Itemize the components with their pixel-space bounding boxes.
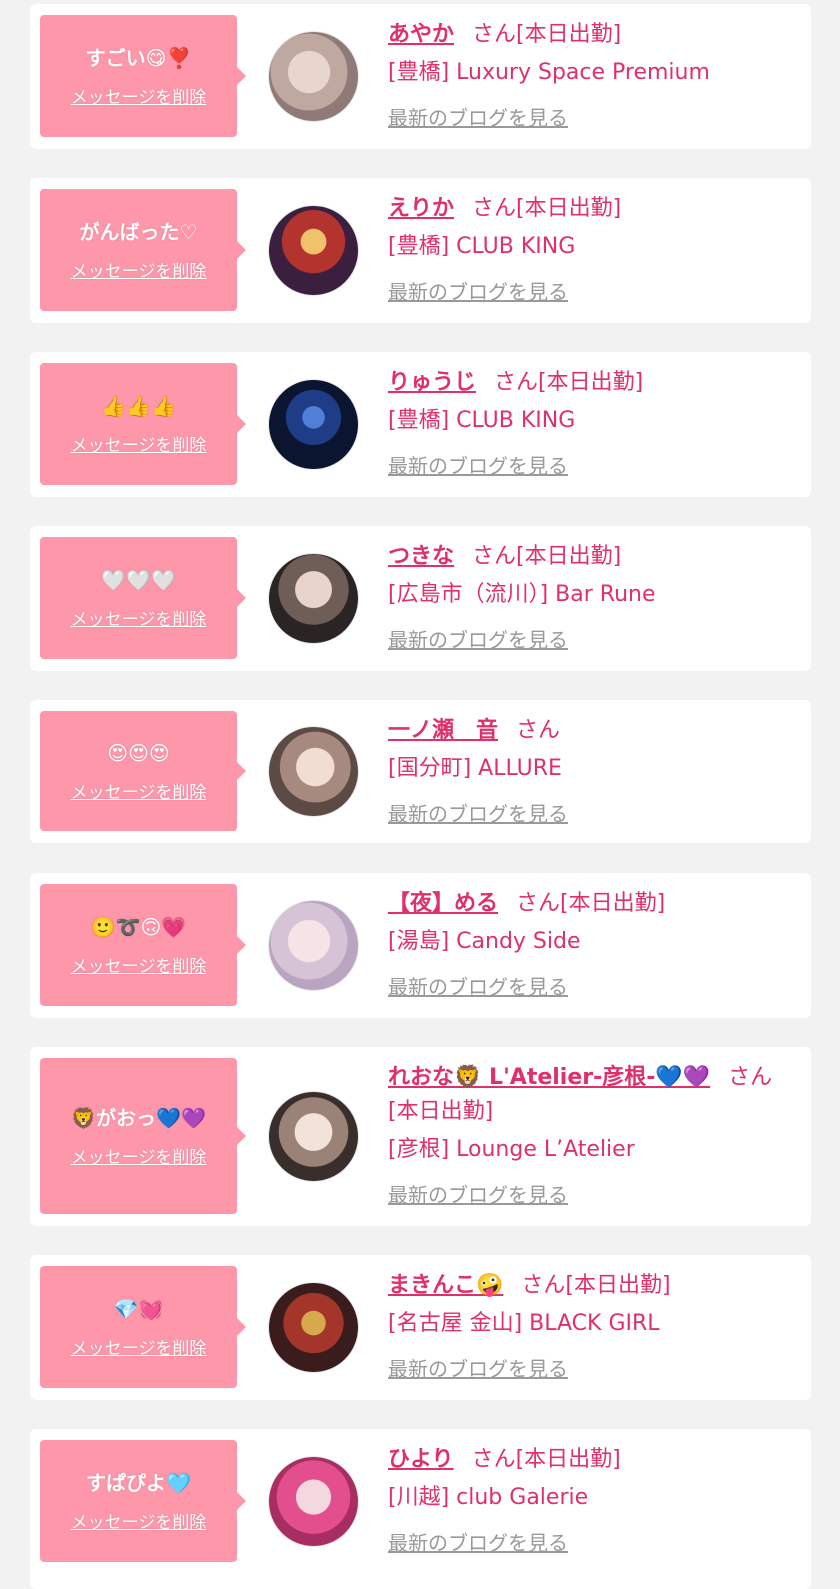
cast-name-link[interactable]: れおな🦁 L'Atelier-彦根-💙💜 — [388, 1065, 710, 1090]
avatar[interactable] — [268, 1091, 359, 1182]
avatar[interactable] — [268, 31, 359, 122]
attendance-status: [本日出勤] — [538, 370, 644, 395]
list-item: 😍😍😍 メッセージを削除 一ノ瀬 音さん [国分町] ALLURE 最新のブログ… — [30, 700, 811, 843]
attendance-status: [本日出勤] — [516, 196, 622, 221]
cast-info: あやか さん[本日出勤] [豊橋] Luxury Space Premium 最新… — [388, 18, 799, 131]
honorific: さん — [472, 196, 517, 221]
message-text: 🦁がおっ💙💜 — [71, 1105, 206, 1130]
avatar[interactable] — [268, 205, 359, 296]
cast-name-link[interactable]: つきな — [388, 544, 454, 569]
list-item: 👍👍👍 メッセージを削除 りゅうじ さん[本日出勤] [豊橋] CLUB KING… — [30, 352, 811, 497]
avatar[interactable] — [268, 726, 359, 817]
shop-name: [国分町] ALLURE — [388, 756, 562, 781]
avatar[interactable] — [268, 379, 359, 470]
message-text: 🤍🤍🤍 — [101, 567, 176, 592]
attendance-status: [本日出勤] — [565, 1273, 671, 1298]
message-bubble: 😍😍😍 メッセージを削除 — [40, 711, 246, 831]
list-item: がんばった♡ メッセージを削除 えりか さん[本日出勤] [豊橋] CLUB KI… — [30, 178, 811, 323]
latest-blog-link[interactable]: 最新のブログを見る — [388, 276, 568, 305]
avatar[interactable] — [268, 1282, 359, 1373]
honorific: さん — [472, 22, 517, 47]
attendance-status: [本日出勤] — [560, 891, 666, 916]
message-text: 👍👍👍 — [101, 393, 176, 418]
attendance-status: [本日出勤] — [388, 1099, 494, 1124]
cast-info: えりか さん[本日出勤] [豊橋] CLUB KING 最新のブログを見る — [388, 192, 799, 305]
message-text: がんばった♡ — [79, 219, 198, 244]
delete-message-link[interactable]: メッセージを削除 — [71, 257, 207, 282]
message-bubble: すごい😋❣️ メッセージを削除 — [40, 15, 246, 137]
cast-info: 一ノ瀬 音さん [国分町] ALLURE 最新のブログを見る — [388, 714, 799, 827]
latest-blog-link[interactable]: 最新のブログを見る — [388, 971, 568, 1000]
delete-message-link[interactable]: メッセージを削除 — [71, 605, 207, 630]
message-list: すごい😋❣️ メッセージを削除 あやか さん[本日出勤] [豊橋] Luxury … — [0, 0, 840, 1589]
cast-name-link[interactable]: ひより — [388, 1447, 454, 1472]
message-text: すごい😋❣️ — [85, 45, 192, 70]
latest-blog-link[interactable]: 最新のブログを見る — [388, 1527, 568, 1556]
list-item: 🙂➰🙃💗 メッセージを削除 【夜】める さん[本日出勤] [湯島] Candy S… — [30, 873, 811, 1018]
attendance-status: [本日出勤] — [516, 544, 622, 569]
avatar[interactable] — [268, 900, 359, 991]
attendance-status: [本日出勤] — [515, 1447, 621, 1472]
honorific: さん — [728, 1065, 773, 1090]
cast-info: まきんこ🤪 さん[本日出勤] [名古屋 金山] BLACK GIRL 最新のブログ… — [388, 1269, 799, 1382]
delete-message-link[interactable]: メッセージを削除 — [71, 952, 207, 977]
list-item: 💎💓 メッセージを削除 まきんこ🤪 さん[本日出勤] [名古屋 金山] BLACK… — [30, 1255, 811, 1400]
shop-name: [名古屋 金山] BLACK GIRL — [388, 1311, 660, 1336]
delete-message-link[interactable]: メッセージを削除 — [71, 431, 207, 456]
shop-name: [彦根] Lounge L’Atelier — [388, 1137, 635, 1162]
delete-message-link[interactable]: メッセージを削除 — [71, 778, 207, 803]
message-bubble: 🤍🤍🤍 メッセージを削除 — [40, 537, 246, 659]
message-bubble: 🙂➰🙃💗 メッセージを削除 — [40, 884, 246, 1006]
delete-message-link[interactable]: メッセージを削除 — [71, 1508, 207, 1533]
delete-message-link[interactable]: メッセージを削除 — [71, 83, 207, 108]
message-text: 💎💓 — [113, 1296, 164, 1321]
honorific: さん — [516, 718, 561, 743]
message-bubble: 👍👍👍 メッセージを削除 — [40, 363, 246, 485]
latest-blog-link[interactable]: 最新のブログを見る — [388, 450, 568, 479]
cast-name-link[interactable]: まきんこ🤪 — [388, 1273, 503, 1298]
latest-blog-link[interactable]: 最新のブログを見る — [388, 798, 568, 827]
cast-name-link[interactable]: えりか — [388, 196, 454, 221]
shop-name: [豊橋] Luxury Space Premium — [388, 60, 710, 85]
cast-info: つきな さん[本日出勤] [広島市（流川）] Bar Rune 最新のブログを見る — [388, 540, 799, 653]
list-item: 🦁がおっ💙💜 メッセージを削除 れおな🦁 L'Atelier-彦根-💙💜 さん [本… — [30, 1047, 811, 1226]
cast-name-link[interactable]: 【夜】める — [388, 891, 498, 916]
cast-info: れおな🦁 L'Atelier-彦根-💙💜 さん [本日出勤] [彦根] Lounge… — [388, 1061, 799, 1208]
shop-name: [湯島] Candy Side — [388, 929, 581, 954]
message-bubble: 🦁がおっ💙💜 メッセージを削除 — [40, 1058, 246, 1214]
list-item: すごい😋❣️ メッセージを削除 あやか さん[本日出勤] [豊橋] Luxury … — [30, 4, 811, 149]
latest-blog-link[interactable]: 最新のブログを見る — [388, 102, 568, 131]
honorific: さん — [472, 544, 517, 569]
message-bubble: がんばった♡ メッセージを削除 — [40, 189, 246, 311]
shop-name: [広島市（流川）] Bar Rune — [388, 582, 656, 607]
honorific: さん — [521, 1273, 566, 1298]
message-bubble: 💎💓 メッセージを削除 — [40, 1266, 246, 1388]
cast-info: 【夜】める さん[本日出勤] [湯島] Candy Side 最新のブログを見る — [388, 887, 799, 1000]
cast-name-link[interactable]: あやか — [388, 22, 454, 47]
honorific: さん — [516, 891, 561, 916]
shop-name: [川越] club Galerie — [388, 1485, 589, 1510]
shop-name: [豊橋] CLUB KING — [388, 408, 576, 433]
list-item: 🤍🤍🤍 メッセージを削除 つきな さん[本日出勤] [広島市（流川）] Bar R… — [30, 526, 811, 671]
delete-message-link[interactable]: メッセージを削除 — [71, 1143, 207, 1168]
cast-info: ひより さん[本日出勤] [川越] club Galerie 最新のブログを見る — [388, 1443, 799, 1556]
shop-name: [豊橋] CLUB KING — [388, 234, 576, 259]
cast-name-link[interactable]: 一ノ瀬 音 — [388, 718, 498, 743]
latest-blog-link[interactable]: 最新のブログを見る — [388, 1179, 568, 1208]
message-text: すぱぴよ🩵 — [86, 1470, 191, 1495]
honorific: さん — [471, 1447, 516, 1472]
avatar[interactable] — [268, 553, 359, 644]
latest-blog-link[interactable]: 最新のブログを見る — [388, 624, 568, 653]
list-item: すぱぴよ🩵 メッセージを削除 ひより さん[本日出勤] [川越] club Gal… — [30, 1429, 811, 1589]
attendance-status: [本日出勤] — [516, 22, 622, 47]
message-bubble: すぱぴよ🩵 メッセージを削除 — [40, 1440, 246, 1562]
honorific: さん — [494, 370, 539, 395]
message-text: 😍😍😍 — [107, 740, 170, 765]
delete-message-link[interactable]: メッセージを削除 — [71, 1334, 207, 1359]
latest-blog-link[interactable]: 最新のブログを見る — [388, 1353, 568, 1382]
cast-info: りゅうじ さん[本日出勤] [豊橋] CLUB KING 最新のブログを見る — [388, 366, 799, 479]
cast-name-link[interactable]: りゅうじ — [388, 370, 476, 395]
avatar[interactable] — [268, 1456, 359, 1547]
message-text: 🙂➰🙃💗 — [90, 914, 187, 939]
